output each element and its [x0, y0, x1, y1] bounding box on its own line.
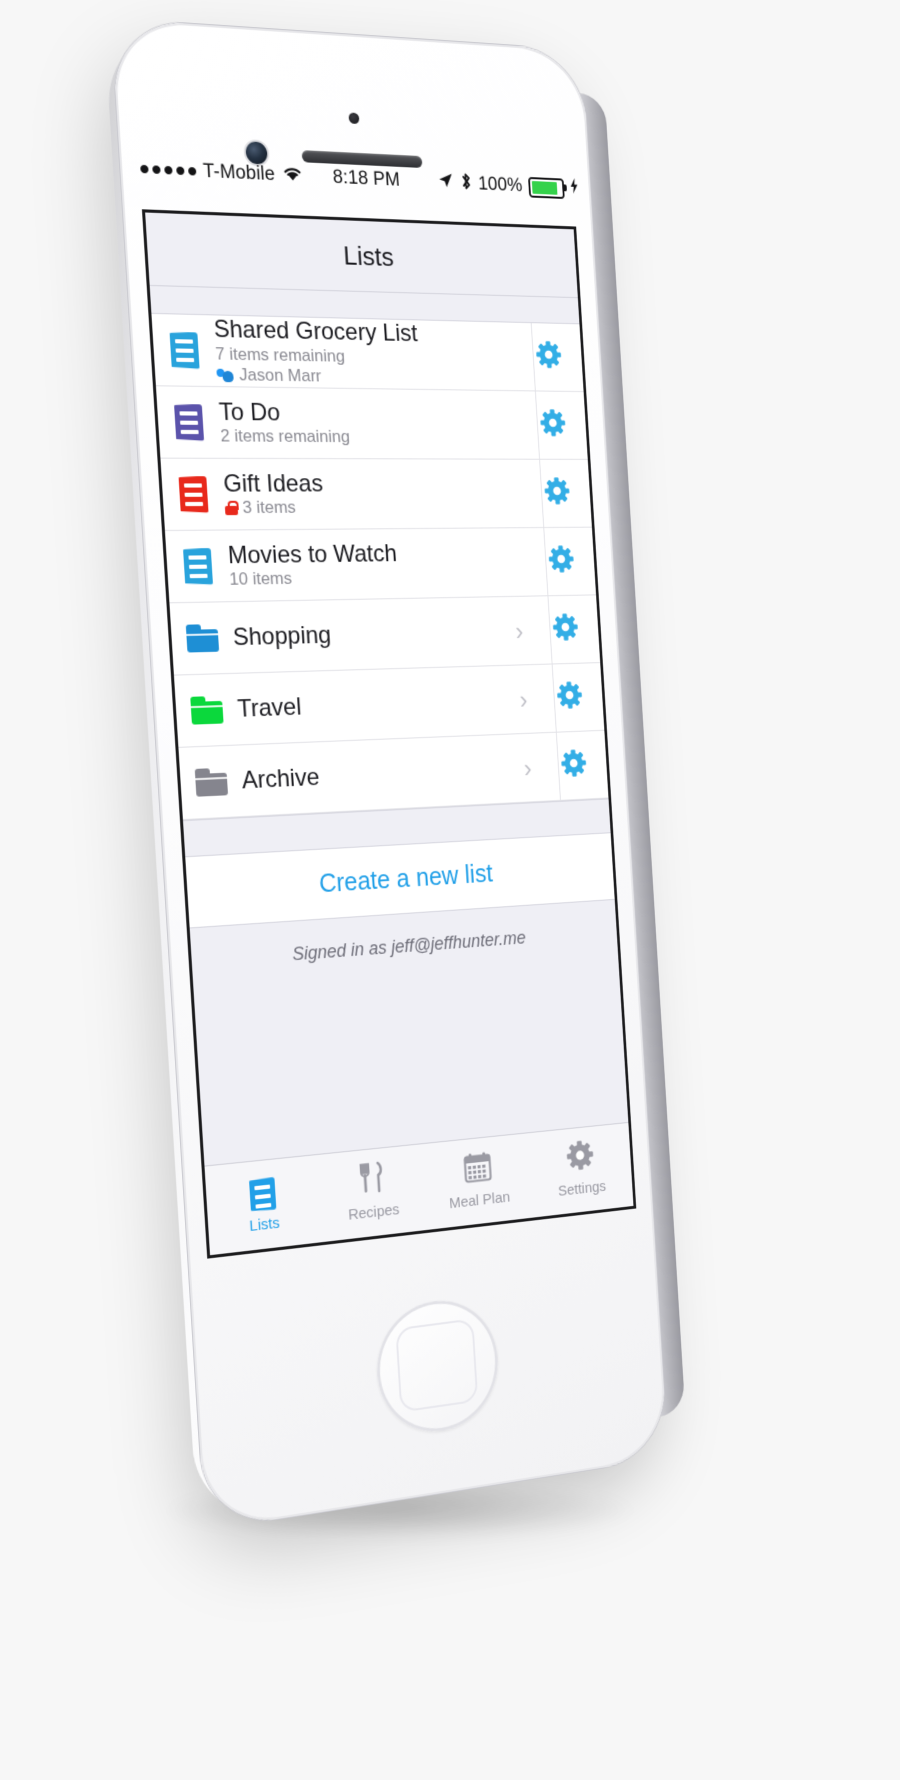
signed-in-label: Signed in as jeff@jeffhunter.me: [291, 927, 527, 965]
status-bar-right: 100%: [437, 170, 579, 201]
tab-icon: [463, 1152, 492, 1189]
shared-with-row: Jason Marr: [216, 365, 482, 389]
list-row-text: Gift Ideas 3 items: [222, 469, 490, 518]
tab-label: Recipes: [347, 1200, 400, 1224]
folder-icon-wrap: [194, 768, 229, 797]
list-name: Shared Grocery List: [213, 315, 419, 348]
front-camera: [245, 141, 268, 165]
lock-icon: [225, 500, 239, 514]
list-name: Gift Ideas: [222, 469, 324, 498]
chevron-right-icon: ›: [518, 684, 529, 714]
chevron-right-icon: ›: [514, 615, 524, 646]
gear-icon: [555, 680, 584, 715]
list-subtitle: 3 items: [224, 497, 489, 518]
bluetooth-icon: [459, 171, 472, 196]
list-icon-wrap: [167, 331, 203, 369]
tab-label: Lists: [248, 1214, 281, 1236]
tab-meal-plan[interactable]: Meal Plan: [423, 1133, 532, 1229]
gear-icon: [543, 476, 572, 510]
list-row[interactable]: To Do 2 items remaining: [155, 386, 588, 460]
gear-icon: [565, 1138, 596, 1177]
list-row[interactable]: Movies to Watch 10 items: [164, 527, 597, 604]
list-icon-wrap: [171, 403, 207, 440]
list-subtitle-text: 7 items remaining: [214, 343, 346, 366]
page-title: Lists: [342, 239, 395, 272]
phone-front-face: T-Mobile 8:18 PM 100% Lists Shared Groce…: [110, 18, 669, 1531]
tab-icon: [565, 1138, 596, 1177]
list-row-text: Archive: [241, 756, 506, 795]
charging-bolt-icon: [570, 177, 579, 200]
tab-label: Meal Plan: [448, 1188, 511, 1213]
list-name: Movies to Watch: [227, 539, 398, 570]
battery-icon: [527, 176, 565, 199]
folder-icon: [190, 696, 224, 725]
list-row-text: Movies to Watch 10 items: [227, 540, 494, 589]
tab-label: Settings: [557, 1177, 607, 1200]
gear-icon: [547, 544, 576, 578]
list-name: Shopping: [232, 621, 332, 652]
list-row[interactable]: Shared Grocery List 7 items remaining Jaso…: [151, 313, 584, 393]
screenshot-stage: T-Mobile 8:18 PM 100% Lists Shared Groce…: [0, 0, 900, 1780]
list-name: Travel: [236, 693, 303, 723]
home-button[interactable]: [373, 1293, 502, 1440]
signal-strength-icon: [140, 164, 197, 176]
list-doc-icon: [249, 1177, 276, 1212]
gear-icon: [539, 408, 568, 442]
list-row[interactable]: Shopping ›: [169, 595, 601, 676]
navigation-bar: Lists: [145, 212, 578, 299]
lists-container: Shared Grocery List 7 items remaining Jaso…: [149, 285, 629, 1166]
folder-icon-wrap: [189, 696, 224, 725]
status-bar: T-Mobile 8:18 PM 100%: [139, 142, 580, 214]
tab-icon: [359, 1163, 386, 1200]
shared-with-name: Jason Marr: [238, 365, 322, 386]
list-subtitle-text: 3 items: [241, 497, 297, 517]
list-row-text: Shared Grocery List 7 items remaining Jaso…: [213, 315, 482, 389]
list-subtitle-text: 2 items remaining: [219, 425, 351, 446]
list-subtitle: 2 items remaining: [220, 426, 485, 447]
list-icon-wrap: [175, 476, 211, 513]
proximity-sensor: [348, 112, 360, 125]
list-doc-icon: [178, 476, 208, 513]
list-subtitle-text: 10 items: [228, 568, 293, 589]
list-subtitle: 10 items: [229, 566, 494, 590]
clock-label: 8:18 PM: [332, 166, 401, 191]
list-doc-icon: [183, 548, 213, 585]
battery-percent-label: 100%: [477, 173, 523, 197]
lists-rows: Shared Grocery List 7 items remaining Jaso…: [151, 313, 609, 821]
gear-icon: [551, 612, 580, 647]
list-name: Archive: [241, 763, 321, 795]
people-icon: [216, 368, 235, 383]
tab-lists[interactable]: Lists: [205, 1155, 322, 1255]
folder-icon: [185, 624, 220, 653]
create-new-list-label: Create a new list: [318, 859, 494, 898]
folder-icon-wrap: [185, 624, 220, 653]
list-subtitle: 7 items remaining: [215, 344, 481, 369]
app-screen: Lists Shared Grocery List 7 items remaini…: [145, 212, 634, 1256]
folder-icon: [194, 768, 229, 797]
list-row-text: To Do 2 items remaining: [218, 398, 485, 447]
carrier-label: T-Mobile: [202, 160, 276, 186]
list-icon-wrap: [180, 548, 216, 585]
list-doc-icon: [169, 331, 199, 369]
list-row-text: Shopping: [232, 619, 497, 651]
tab-recipes[interactable]: Recipes: [316, 1144, 429, 1242]
calendar-icon: [463, 1151, 493, 1189]
list-name: To Do: [218, 398, 281, 427]
tab-settings[interactable]: Settings: [528, 1123, 634, 1218]
tab-icon: [249, 1175, 277, 1212]
chevron-right-icon: ›: [522, 752, 533, 783]
phone-mockup: T-Mobile 8:18 PM 100% Lists Shared Groce…: [0, 0, 900, 1780]
list-doc-icon: [174, 404, 204, 441]
location-arrow-icon: [437, 171, 454, 194]
gear-icon: [534, 340, 563, 375]
list-row[interactable]: Gift Ideas 3 items: [160, 458, 592, 532]
signed-in-footer: Signed in as jeff@jeffhunter.me: [189, 899, 629, 1166]
wifi-icon: [281, 164, 304, 188]
list-row-text: Travel: [236, 688, 502, 723]
gear-icon: [560, 748, 589, 783]
fork-knife-icon: [358, 1160, 385, 1200]
status-bar-left: T-Mobile: [140, 157, 304, 188]
